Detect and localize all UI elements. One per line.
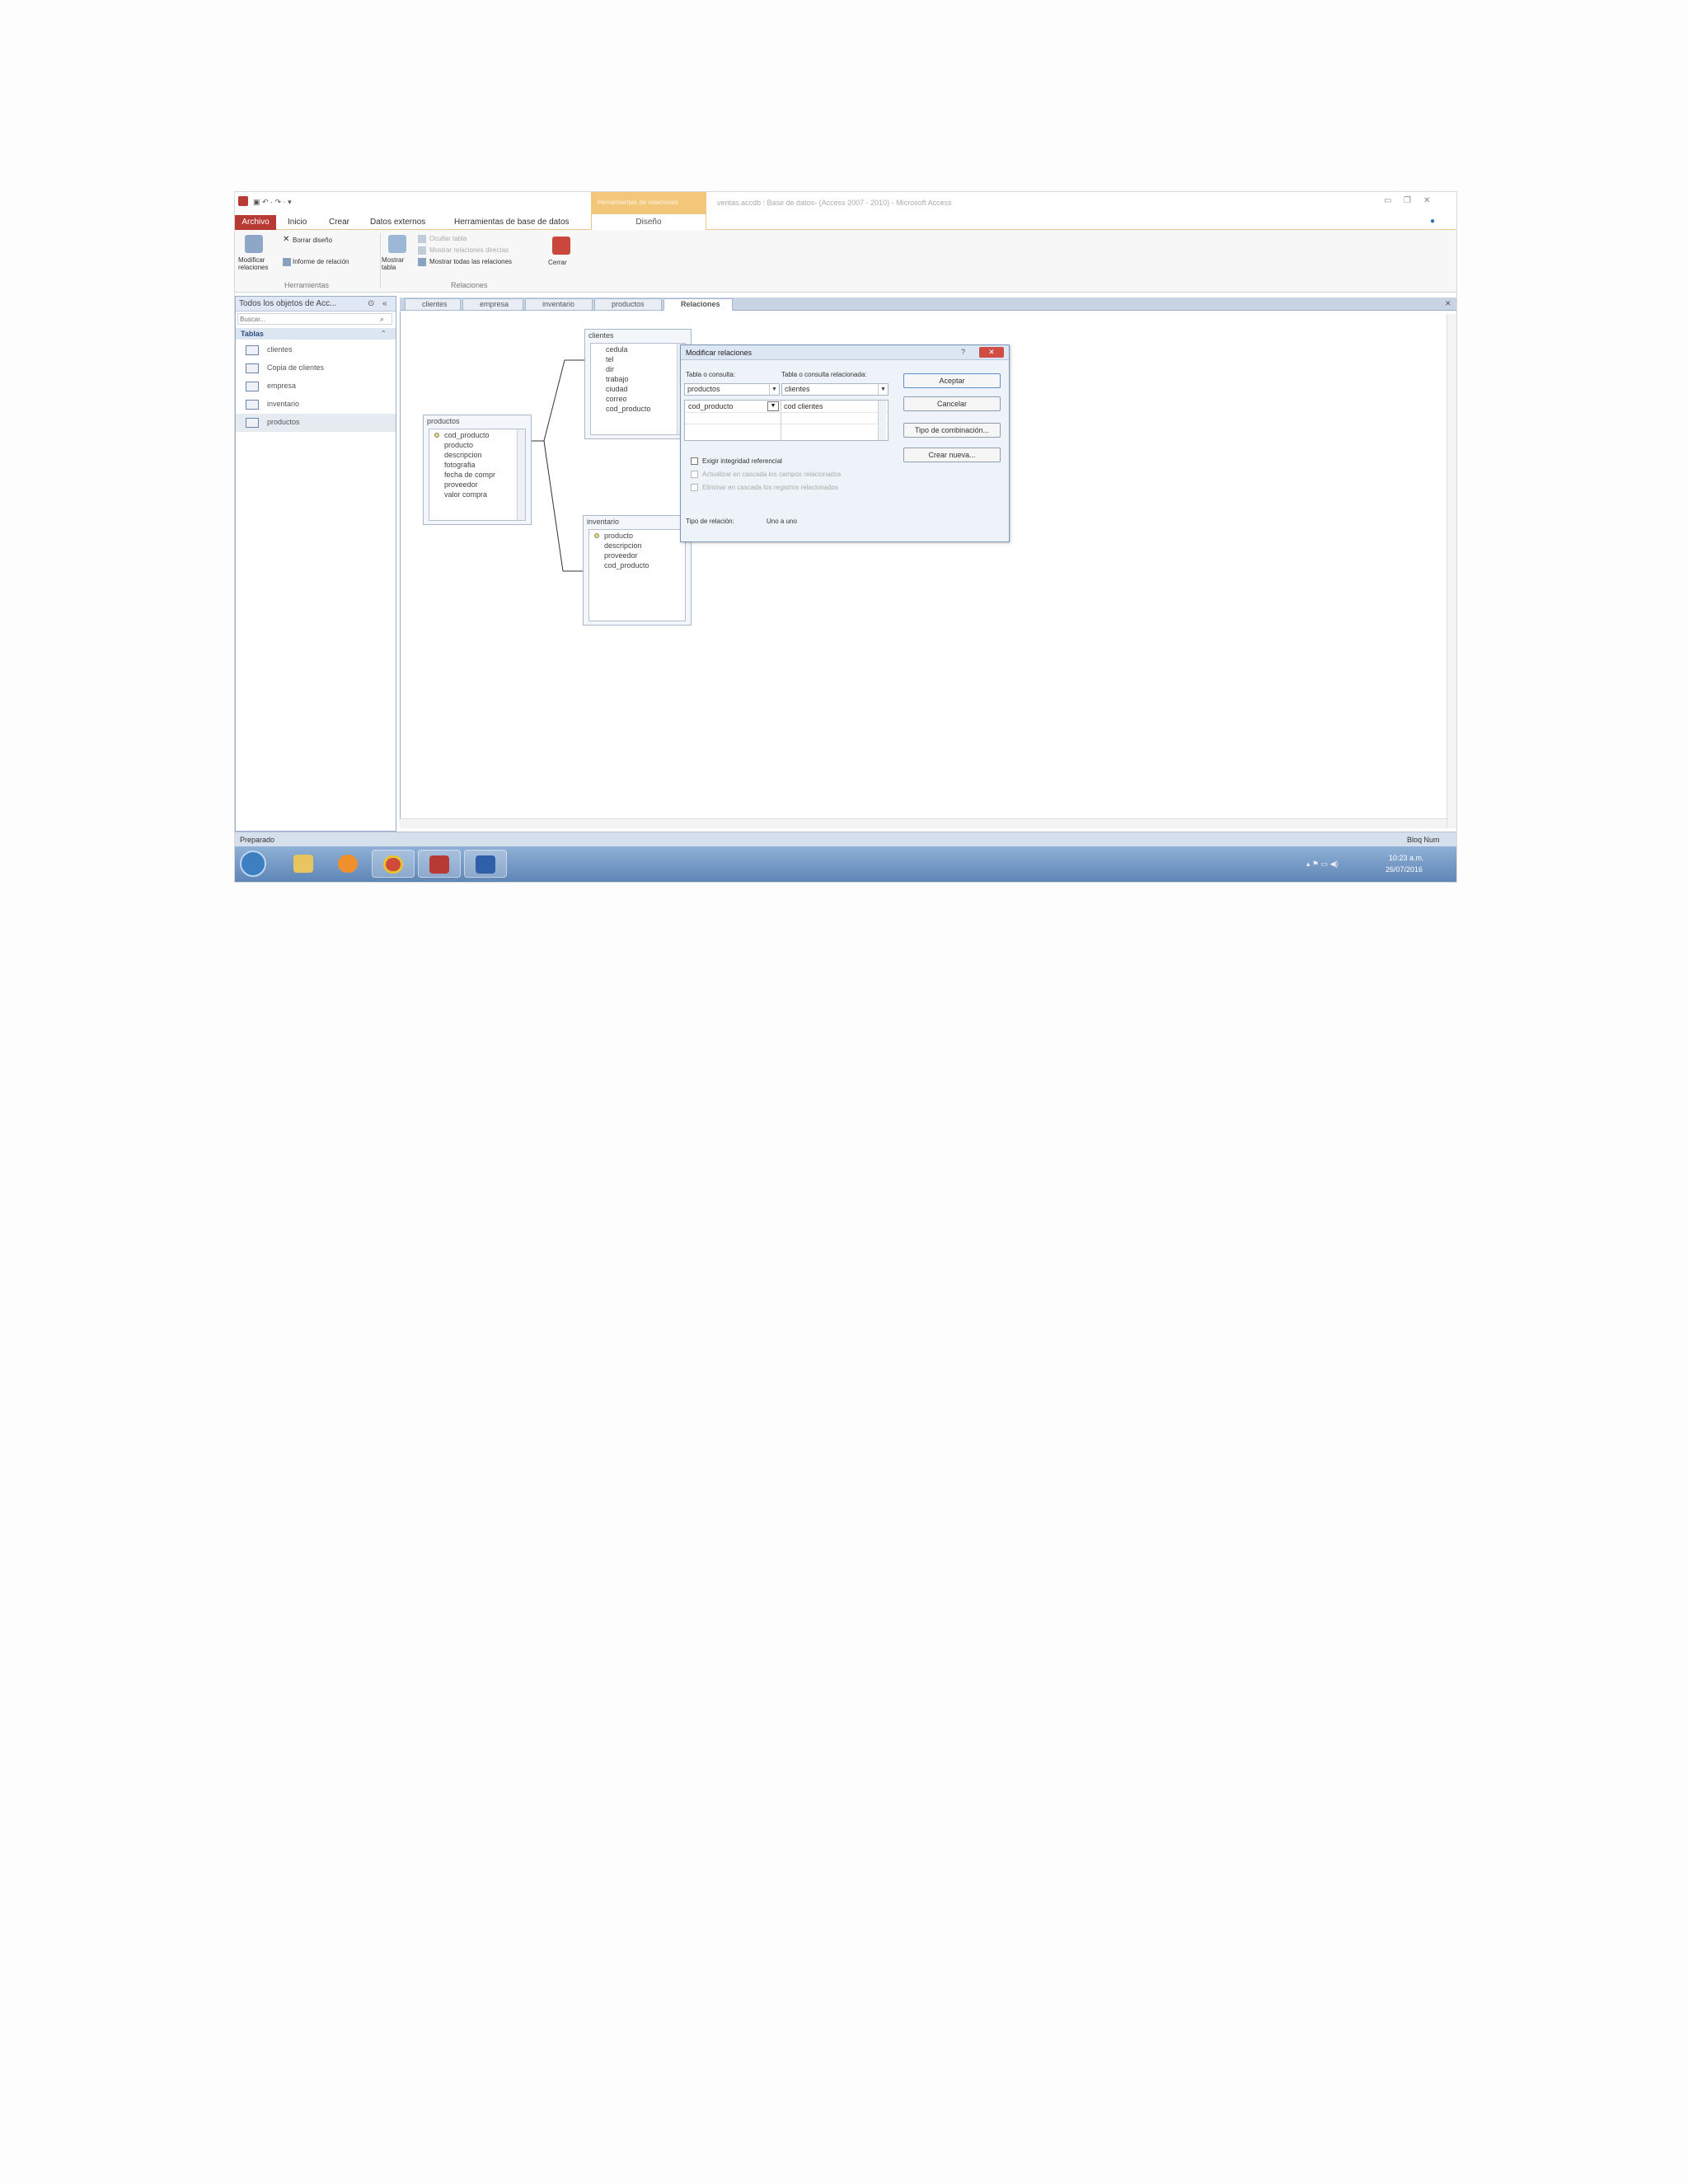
field-item[interactable]: valor compra	[444, 490, 487, 499]
folder-icon	[293, 855, 313, 873]
enforce-integrity-label: Exigir integridad referencial	[702, 457, 782, 465]
taskbar-explorer[interactable]	[283, 850, 326, 878]
field-item[interactable]: tel	[606, 355, 614, 363]
table-inventario[interactable]: inventario producto descripcion proveedo…	[583, 515, 692, 626]
field-item[interactable]: correo	[606, 395, 627, 403]
field-item[interactable]: trabajo	[606, 375, 629, 383]
access-icon	[429, 855, 449, 874]
edit-relationships-dialog: Modificar relaciones ? ✕ Tabla o consult…	[680, 344, 1010, 542]
field-item[interactable]: dir	[606, 365, 614, 373]
chevron-down-icon[interactable]: ▼	[769, 384, 779, 395]
field-item[interactable]: fotografia	[444, 461, 476, 469]
field-item[interactable]: descripcion	[604, 541, 642, 550]
taskbar-media-player[interactable]	[327, 850, 370, 878]
field-item[interactable]: proveedor	[444, 480, 478, 489]
field-item[interactable]: descripcion	[444, 451, 482, 459]
field-list: producto descripcion proveedor cod_produ…	[588, 529, 686, 621]
cascade-update-checkbox[interactable]	[691, 471, 698, 478]
table-productos[interactable]: productos cod_producto producto descripc…	[423, 415, 532, 525]
canvas-vertical-scrollbar[interactable]	[1447, 314, 1456, 828]
table-combo[interactable]: productos ▼	[684, 383, 780, 396]
field-item[interactable]: ciudad	[606, 385, 628, 393]
field-left-value[interactable]: cod_producto	[688, 401, 734, 411]
enforce-integrity-checkbox[interactable]	[691, 457, 698, 465]
field-scrollbar[interactable]	[517, 429, 525, 520]
primary-key-icon	[434, 433, 439, 438]
cascade-update-label: Actualizar en cascada los campos relacio…	[702, 471, 842, 478]
accept-button[interactable]: Aceptar	[903, 373, 1001, 388]
status-bar: Preparado Bloq Num	[235, 832, 1456, 846]
related-combo-value: clientes	[785, 385, 810, 393]
num-lock-indicator: Bloq Num	[1407, 836, 1440, 844]
cascade-delete-checkbox[interactable]	[691, 484, 698, 491]
field-item[interactable]: cod_producto	[444, 431, 490, 439]
field-list: cod_producto producto descripcion fotogr…	[429, 429, 526, 521]
start-button-icon[interactable]	[240, 851, 266, 877]
media-player-icon	[338, 855, 358, 873]
related-table-label: Tabla o consulta relacionada:	[781, 371, 867, 378]
cascade-delete-label: Eliminar en cascada los registros relaci…	[702, 484, 838, 491]
canvas-horizontal-scrollbar[interactable]	[400, 818, 1447, 828]
field-item[interactable]: proveedor	[604, 551, 638, 560]
relationship-type-label: Tipo de relación:	[686, 518, 734, 525]
dialog-help-icon[interactable]: ?	[961, 347, 965, 357]
table-label: Tabla o consulta:	[686, 371, 736, 378]
dialog-title: Modificar relaciones	[686, 349, 753, 357]
table-title: inventario	[587, 518, 620, 526]
relationship-type-value: Uno a uno	[767, 518, 797, 525]
taskbar-chrome[interactable]	[372, 850, 415, 878]
field-item[interactable]: producto	[444, 441, 473, 449]
chrome-icon	[383, 855, 403, 874]
table-clientes[interactable]: clientes cedula tel dir trabajo ciudad c…	[584, 329, 692, 439]
table-title: productos	[427, 417, 460, 425]
create-new-button[interactable]: Crear nueva...	[903, 448, 1001, 462]
cancel-button[interactable]: Cancelar	[903, 396, 1001, 411]
field-mapping-grid[interactable]: cod_producto ▼ cod clientes	[684, 400, 889, 441]
related-table-combo[interactable]: clientes ▼	[781, 383, 889, 396]
table-combo-value: productos	[687, 385, 720, 393]
windows-taskbar: ▴ ⚑ ▭ ◀) 10:23 a.m. 26/07/2016	[235, 846, 1456, 882]
field-right-value[interactable]: cod clientes	[784, 401, 823, 411]
grid-scrollbar[interactable]	[878, 401, 886, 440]
table-title: clientes	[588, 331, 614, 340]
status-text: Preparado	[240, 836, 275, 844]
word-icon	[476, 855, 495, 874]
chevron-down-icon[interactable]: ▼	[878, 384, 888, 395]
field-item[interactable]: fecha de compr	[444, 471, 495, 479]
field-item[interactable]: cod_producto	[606, 405, 651, 413]
grid-row-divider	[685, 412, 888, 413]
field-item[interactable]: producto	[604, 532, 633, 540]
chevron-down-icon[interactable]: ▼	[767, 401, 779, 411]
field-list: cedula tel dir trabajo ciudad correo cod…	[590, 343, 686, 435]
system-tray-icons[interactable]: ▴ ⚑ ▭ ◀)	[1306, 859, 1339, 869]
field-item[interactable]: cod_producto	[604, 561, 649, 569]
primary-key-icon	[594, 533, 599, 538]
clock-time[interactable]: 10:23 a.m.	[1389, 853, 1424, 863]
dialog-title-bar: Modificar relaciones ? ✕	[681, 345, 1009, 360]
clock-date[interactable]: 26/07/2016	[1386, 865, 1423, 874]
taskbar-access[interactable]	[418, 850, 461, 878]
join-type-button[interactable]: Tipo de combinación...	[903, 423, 1001, 438]
access-window: ▣ ↶ · ↷ · ▾ Herramientas de relaciones v…	[234, 191, 1457, 883]
taskbar-word[interactable]	[464, 850, 507, 878]
field-item[interactable]: cedula	[606, 345, 628, 354]
dialog-close-icon[interactable]: ✕	[979, 347, 1004, 358]
